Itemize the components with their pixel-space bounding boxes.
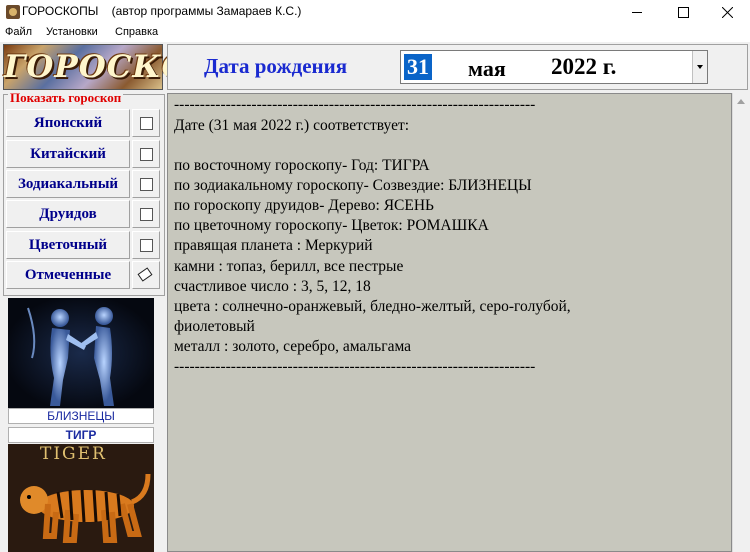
eastern-sign-label: ТИГР (8, 427, 154, 443)
menu-help[interactable]: Справка (115, 26, 158, 38)
menu-settings[interactable]: Установки (46, 26, 98, 38)
druid-check-cell[interactable] (132, 200, 160, 228)
menu-file[interactable]: Файл (5, 26, 32, 38)
zodiac-sign-label: БЛИЗНЕЦЫ (8, 408, 154, 424)
clear-marks-cell[interactable] (132, 261, 160, 289)
minimize-icon (632, 11, 642, 13)
close-button[interactable] (704, 0, 750, 24)
logo: ГОРОСКОП (3, 44, 220, 90)
result-line: по цветочному гороскопу- Цветок: РОМАШКА (174, 217, 489, 234)
checkbox-icon[interactable] (140, 208, 153, 221)
date-picker[interactable]: 31 мая 2022 г. (400, 50, 708, 84)
scroll-up-button[interactable] (733, 93, 749, 109)
gemini-image (8, 298, 154, 408)
tiger-caption: TIGER (40, 444, 107, 464)
app-icon (6, 5, 20, 19)
date-dropdown-button[interactable] (692, 51, 707, 83)
maximize-button[interactable] (660, 0, 706, 24)
result-line: по гороскопу друидов- Дерево: ЯСЕНЬ (174, 197, 434, 214)
result-line: по восточному гороскопу- Год: ТИГРА (174, 157, 430, 174)
title-bar: ГОРОСКОПЫ (автор программы Замараев К.С.… (0, 0, 750, 24)
chevron-down-icon (697, 65, 703, 69)
result-line: по зодиакальному гороскопу- Созвездие: Б… (174, 177, 532, 194)
month-field[interactable]: мая (468, 56, 506, 82)
gemini-twins-icon (27, 307, 114, 406)
zodiac-button[interactable]: Зодиакальный (6, 170, 130, 198)
japanese-check-cell[interactable] (132, 109, 160, 137)
marked-button[interactable]: Отмеченные (6, 261, 130, 289)
maximize-icon (677, 6, 689, 18)
separator-line: ----------------------------------------… (174, 358, 536, 375)
result-line: камни : топаз, берилл, все пестрые (174, 258, 404, 275)
year-field[interactable]: 2022 г. (551, 54, 616, 80)
zodiac-check-cell[interactable] (132, 170, 160, 198)
logo-text: ГОРОСКОП (4, 49, 220, 85)
birth-date-label: Дата рождения (204, 54, 348, 78)
chinese-button[interactable]: Китайский (6, 140, 130, 168)
checkbox-icon[interactable] (140, 239, 153, 252)
separator-line: ----------------------------------------… (174, 96, 536, 113)
close-icon (721, 6, 733, 18)
result-line: счастливое число : 3, 5, 12, 18 (174, 278, 371, 295)
eraser-icon[interactable] (137, 267, 153, 282)
tiger-image: TIGER (8, 444, 154, 552)
checkbox-icon[interactable] (140, 178, 153, 191)
flower-check-cell[interactable] (132, 231, 160, 259)
window-title: ГОРОСКОПЫ (автор программы Замараев К.С.… (22, 4, 302, 18)
day-field[interactable]: 31 (404, 54, 432, 80)
show-horoscope-legend: Показать гороскоп (8, 90, 124, 106)
japanese-button[interactable]: Японский (6, 109, 130, 137)
result-line: металл : золото, серебро, амальгама (174, 338, 412, 355)
checkbox-icon[interactable] (140, 117, 153, 130)
chinese-check-cell[interactable] (132, 140, 160, 168)
result-line: правящая планета : Меркурий (174, 237, 373, 254)
result-text-area[interactable]: ----------------------------------------… (167, 93, 732, 552)
result-line: цвета : солнечно-оранжевый, бледно-желты… (174, 298, 571, 315)
vertical-scrollbar[interactable] (732, 93, 749, 552)
druid-button[interactable]: Друидов (6, 200, 130, 228)
chevron-up-icon (737, 98, 745, 104)
menu-bar: Файл Установки Справка (0, 24, 750, 42)
flower-button[interactable]: Цветочный (6, 231, 130, 259)
minimize-button[interactable] (614, 0, 660, 24)
checkbox-icon[interactable] (140, 148, 153, 161)
result-line: Дате (31 мая 2022 г.) соответствует: (174, 117, 410, 134)
result-line: фиолетовый (174, 318, 255, 335)
